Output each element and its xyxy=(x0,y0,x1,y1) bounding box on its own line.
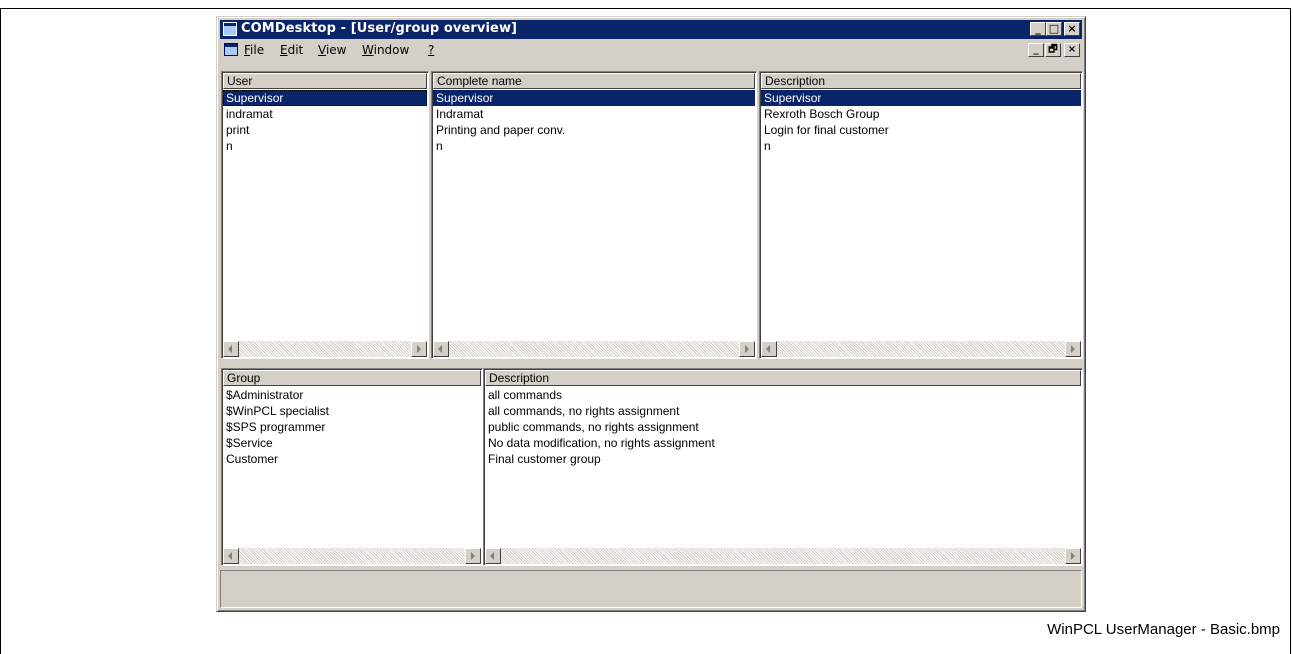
column-header-group-description[interactable]: Description xyxy=(485,370,1081,386)
horizontal-scrollbar[interactable] xyxy=(485,548,1081,564)
menu-view-mnemonic: V xyxy=(318,43,326,57)
horizontal-scrollbar[interactable] xyxy=(223,548,481,564)
menu-bar: File Edit View Window ? _ 🗗 × xyxy=(220,40,1082,60)
list-item[interactable]: public commands, no rights assignment xyxy=(485,419,1081,435)
scroll-left-arrow-icon[interactable] xyxy=(223,548,239,564)
menu-window[interactable]: Window xyxy=(362,43,409,57)
user-description-list: Supervisor Rexroth Bosch Group Login for… xyxy=(761,90,1081,154)
group-list-pane[interactable]: Group $Administrator $WinPCL specialist … xyxy=(221,368,483,566)
app-window-icon[interactable] xyxy=(223,22,237,36)
menu-edit-mnemonic: E xyxy=(280,43,288,57)
list-item[interactable]: Supervisor xyxy=(433,90,755,106)
title-bar[interactable]: COMDesktop - [User/group overview] _ □ × xyxy=(220,20,1082,39)
list-item[interactable]: indramat xyxy=(223,106,427,122)
scroll-right-arrow-icon[interactable] xyxy=(739,341,755,357)
list-item[interactable]: Indramat xyxy=(433,106,755,122)
list-item[interactable]: Customer xyxy=(223,451,481,467)
menu-edit[interactable]: Edit xyxy=(280,43,303,57)
mdi-restore-button[interactable]: 🗗 xyxy=(1045,43,1061,57)
list-item[interactable]: No data modification, no rights assignme… xyxy=(485,435,1081,451)
list-item[interactable]: all commands, no rights assignment xyxy=(485,403,1081,419)
window-title: COMDesktop - [User/group overview] xyxy=(241,21,518,36)
list-item[interactable]: $WinPCL specialist xyxy=(223,403,481,419)
column-header-group[interactable]: Group xyxy=(223,370,481,386)
list-item[interactable]: n xyxy=(223,138,427,154)
list-item[interactable]: $SPS programmer xyxy=(223,419,481,435)
group-list: $Administrator $WinPCL specialist $SPS p… xyxy=(223,387,481,467)
list-item[interactable]: Printing and paper conv. xyxy=(433,122,755,138)
horizontal-scrollbar[interactable] xyxy=(761,341,1081,357)
scroll-right-arrow-icon[interactable] xyxy=(1065,548,1081,564)
list-item[interactable]: n xyxy=(433,138,755,154)
mdi-close-button[interactable]: × xyxy=(1064,43,1080,57)
menu-edit-rest: dit xyxy=(287,43,304,57)
maximize-button[interactable]: □ xyxy=(1046,22,1062,36)
horizontal-scrollbar[interactable] xyxy=(433,341,755,357)
menu-view[interactable]: View xyxy=(318,43,346,57)
menu-help[interactable]: ? xyxy=(428,43,434,57)
complete-name-pane[interactable]: Complete name Supervisor Indramat Printi… xyxy=(431,71,757,359)
horizontal-scrollbar[interactable] xyxy=(223,341,427,357)
complete-name-list: Supervisor Indramat Printing and paper c… xyxy=(433,90,755,154)
mdi-document-icon[interactable] xyxy=(224,43,238,56)
list-item[interactable]: Rexroth Bosch Group xyxy=(761,106,1081,122)
user-description-pane[interactable]: Description Supervisor Rexroth Bosch Gro… xyxy=(759,71,1083,359)
scroll-left-arrow-icon[interactable] xyxy=(761,341,777,357)
scroll-left-arrow-icon[interactable] xyxy=(485,548,501,564)
scroll-left-arrow-icon[interactable] xyxy=(223,341,239,357)
menu-file-rest: ile xyxy=(250,43,265,57)
menu-window-mnemonic: W xyxy=(362,43,374,57)
scroll-right-arrow-icon[interactable] xyxy=(1065,341,1081,357)
list-item[interactable]: $Service xyxy=(223,435,481,451)
close-button[interactable]: × xyxy=(1064,22,1080,36)
comdesktop-window: COMDesktop - [User/group overview] _ □ ×… xyxy=(216,16,1086,612)
minimize-button[interactable]: _ xyxy=(1030,22,1046,36)
group-description-list: all commands all commands, no rights ass… xyxy=(485,387,1081,467)
mdi-minimize-button[interactable]: _ xyxy=(1028,43,1044,57)
menu-window-rest: indow xyxy=(373,43,410,57)
list-item[interactable]: Supervisor xyxy=(761,90,1081,106)
list-item[interactable]: Final customer group xyxy=(485,451,1081,467)
column-header-user[interactable]: User xyxy=(223,73,427,89)
list-item[interactable]: $Administrator xyxy=(223,387,481,403)
list-item[interactable]: n xyxy=(761,138,1081,154)
menu-file[interactable]: File xyxy=(244,43,264,57)
figure-caption: WinPCL UserManager - Basic.bmp xyxy=(1047,621,1280,638)
user-list: Supervisor indramat print n xyxy=(223,90,427,154)
list-item[interactable]: print xyxy=(223,122,427,138)
column-header-description[interactable]: Description xyxy=(761,73,1081,89)
column-header-complete-name[interactable]: Complete name xyxy=(433,73,755,89)
menu-view-rest: iew xyxy=(325,43,347,57)
status-bar xyxy=(220,570,1082,608)
scroll-right-arrow-icon[interactable] xyxy=(411,341,427,357)
list-item[interactable]: Supervisor xyxy=(223,90,427,106)
scroll-left-arrow-icon[interactable] xyxy=(433,341,449,357)
list-item[interactable]: all commands xyxy=(485,387,1081,403)
user-list-pane[interactable]: User Supervisor indramat print n xyxy=(221,71,429,359)
group-description-pane[interactable]: Description all commands all commands, n… xyxy=(483,368,1083,566)
scroll-right-arrow-icon[interactable] xyxy=(465,548,481,564)
menu-help-mnemonic: ? xyxy=(428,43,435,57)
list-item[interactable]: Login for final customer xyxy=(761,122,1081,138)
